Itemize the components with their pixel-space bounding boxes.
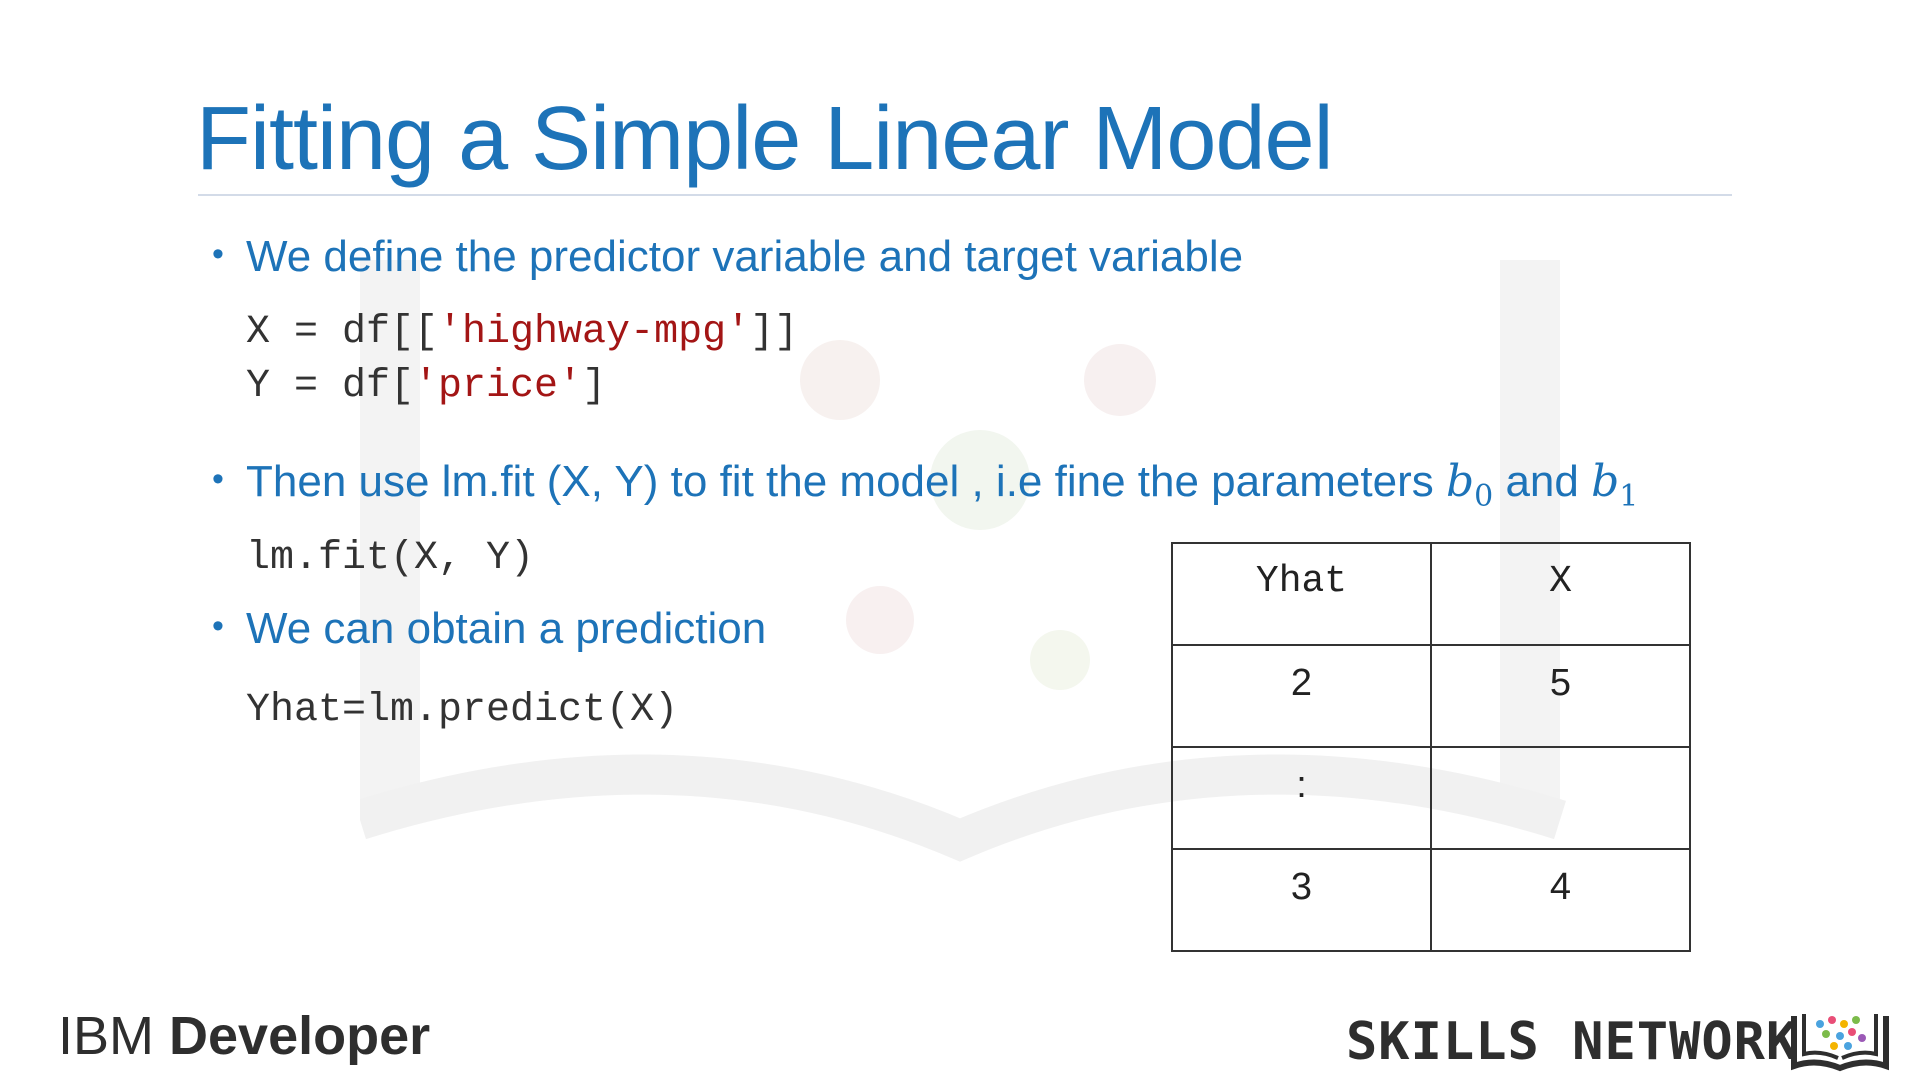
table-row: : bbox=[1171, 746, 1691, 850]
bullet-text: We can obtain a prediction bbox=[246, 604, 767, 653]
skills-network-wordmark: SKILLS NETWORK bbox=[1346, 1012, 1799, 1072]
parameter-b0: b0 bbox=[1445, 456, 1493, 512]
code-line-fit: lm.fit(X, Y) bbox=[246, 536, 535, 581]
code-line-predict: Yhat=lm.predict(X) bbox=[246, 688, 679, 733]
ibm-developer-logo: IBM Developer bbox=[58, 1005, 430, 1067]
bullet-define-variables: • We define the predictor variable and ta… bbox=[212, 232, 1243, 282]
code-line-y: Y = df['price'] bbox=[246, 364, 606, 409]
code-text: Y = df[ bbox=[246, 364, 415, 409]
brand-ibm: IBM bbox=[58, 1006, 155, 1066]
code-text: ]] bbox=[750, 310, 799, 355]
code-string: 'price' bbox=[414, 364, 583, 409]
table-header-yhat: Yhat bbox=[1171, 542, 1432, 646]
param-subscript: 0 bbox=[1474, 479, 1494, 514]
code-string: 'highway-mpg' bbox=[438, 310, 751, 355]
parameter-b1: b1 bbox=[1591, 456, 1638, 512]
param-symbol: b bbox=[1591, 456, 1620, 507]
param-symbol: b bbox=[1445, 456, 1475, 507]
table-row: 2 5 bbox=[1171, 644, 1691, 748]
table-cell: 2 bbox=[1171, 644, 1432, 748]
code-text: ] bbox=[582, 364, 607, 409]
title-divider bbox=[198, 194, 1732, 196]
bullet-dot: • bbox=[212, 235, 224, 273]
bullet-dot: • bbox=[212, 460, 224, 498]
param-subscript: 1 bbox=[1619, 479, 1639, 514]
table-header-x: X bbox=[1430, 542, 1691, 646]
prediction-table: Yhat X 2 5 : 3 4 bbox=[1171, 542, 1691, 952]
bullet-fit-model: • Then use lm.fit (X, Y) to fit the model… bbox=[212, 456, 1638, 512]
bullet-prediction: • We can obtain a prediction bbox=[212, 604, 766, 654]
bullet-text-and: and bbox=[1493, 457, 1592, 506]
table-row: 3 4 bbox=[1171, 848, 1691, 952]
bullet-text: We define the predictor variable and tar… bbox=[246, 232, 1244, 281]
bullet-text: Then use lm.fit (X, Y) to fit the model … bbox=[246, 457, 1446, 506]
table-header-row: Yhat X bbox=[1171, 542, 1691, 646]
table-cell bbox=[1430, 746, 1691, 850]
table-cell: 4 bbox=[1430, 848, 1691, 952]
slide: Fitting a Simple Linear Model • We define… bbox=[0, 0, 1920, 1080]
bullet-dot: • bbox=[212, 607, 224, 645]
slide-title: Fitting a Simple Linear Model bbox=[196, 89, 1334, 189]
table-cell: 3 bbox=[1171, 848, 1432, 952]
table-cell: : bbox=[1171, 746, 1432, 850]
table-cell: 5 bbox=[1430, 644, 1691, 748]
code-line-x: X = df[['highway-mpg']] bbox=[246, 310, 798, 355]
skills-network-book-icon bbox=[1791, 1014, 1889, 1072]
brand-developer: Developer bbox=[169, 1006, 431, 1066]
code-text: X = df[[ bbox=[246, 310, 439, 355]
